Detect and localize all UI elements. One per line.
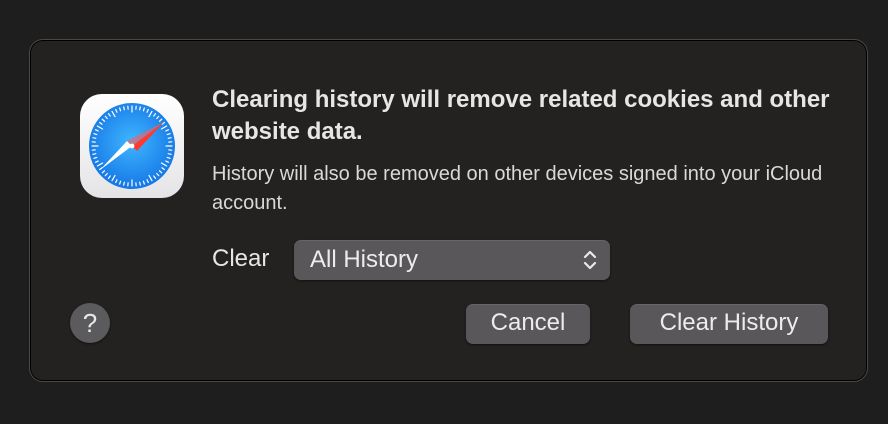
cancel-button[interactable]: Cancel [466,304,590,344]
clear-range-label: Clear [212,245,270,272]
clear-history-button[interactable]: Clear History [630,304,828,344]
compass-tick [167,137,172,139]
compass-tick [92,137,97,139]
compass-tick [139,181,141,186]
compass-tick [123,181,125,186]
compass-tick [167,153,172,155]
compass-tick [92,153,97,155]
dialog-message: History will also be removed on other de… [212,163,823,214]
safari-compass-icon [80,94,184,198]
help-button[interactable]: ? [70,303,110,343]
dialog-title: Clearing history will remove related coo… [212,86,830,145]
compass-tick [139,106,141,111]
up-down-chevron-icon [582,248,598,272]
clear-range-selected-value: All History [310,246,419,273]
clear-range-popup[interactable]: All History [294,240,610,280]
compass-tick [123,106,125,111]
